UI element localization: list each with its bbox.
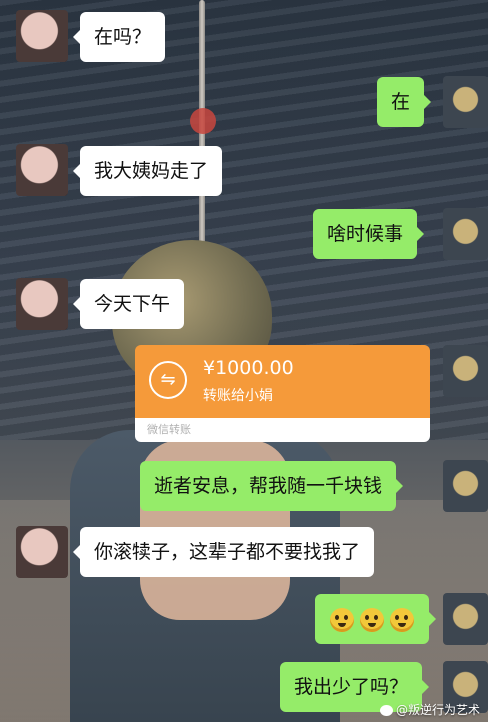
user-avatar[interactable] [443, 460, 488, 512]
watermark-text: @叛逆行为艺术 [395, 703, 480, 717]
transfer-footer: 微信转账 [135, 418, 430, 442]
user-avatar[interactable] [443, 345, 488, 397]
message-text: 逝者安息，帮我随一千块钱 [154, 475, 383, 497]
message-bubble[interactable]: 在吗？ [72, 12, 166, 62]
contact-avatar[interactable] [16, 10, 68, 62]
message-text: 在吗？ [94, 26, 152, 48]
message-bubble[interactable]: 逝者安息，帮我随一千块钱 [140, 461, 404, 511]
message-bubble[interactable]: 在 [377, 77, 432, 127]
message-bubble[interactable]: 我大姨妈走了 [72, 146, 223, 196]
money-transfer-card[interactable]: ⇋ ¥1000.00 转账给小娟 微信转账 [135, 345, 430, 442]
watermark: @叛逆行为艺术 [379, 701, 480, 718]
weibo-icon [379, 705, 393, 716]
user-avatar[interactable] [443, 76, 488, 128]
emoji-face-icon [390, 607, 414, 632]
message-text: 我出少了吗？ [294, 676, 409, 698]
emoji-face-icon [330, 607, 354, 632]
message-text: 你滚犊子，这辈子都不要找我了 [94, 541, 361, 563]
background-float [190, 108, 216, 134]
contact-avatar[interactable] [16, 144, 68, 196]
user-avatar[interactable] [443, 593, 488, 645]
transfer-card-body: ⇋ ¥1000.00 转账给小娟 [135, 345, 430, 418]
emoji-face-icon [360, 607, 384, 632]
emoji-message-bubble[interactable] [315, 594, 436, 644]
transfer-arrows-icon: ⇋ [149, 361, 187, 399]
message-text: 今天下午 [94, 293, 171, 315]
transfer-description: 转账给小娟 [203, 388, 273, 404]
message-bubble[interactable]: 啥时候事 [313, 209, 425, 259]
message-bubble[interactable]: 你滚犊子，这辈子都不要找我了 [72, 527, 375, 577]
message-text: 我大姨妈走了 [94, 160, 209, 182]
contact-avatar[interactable] [16, 526, 68, 578]
message-text: 在 [391, 91, 411, 113]
message-bubble[interactable]: 今天下午 [72, 279, 185, 329]
contact-avatar[interactable] [16, 278, 68, 330]
user-avatar[interactable] [443, 208, 488, 260]
transfer-amount: ¥1000.00 [203, 357, 294, 379]
message-text: 啥时候事 [327, 223, 404, 245]
